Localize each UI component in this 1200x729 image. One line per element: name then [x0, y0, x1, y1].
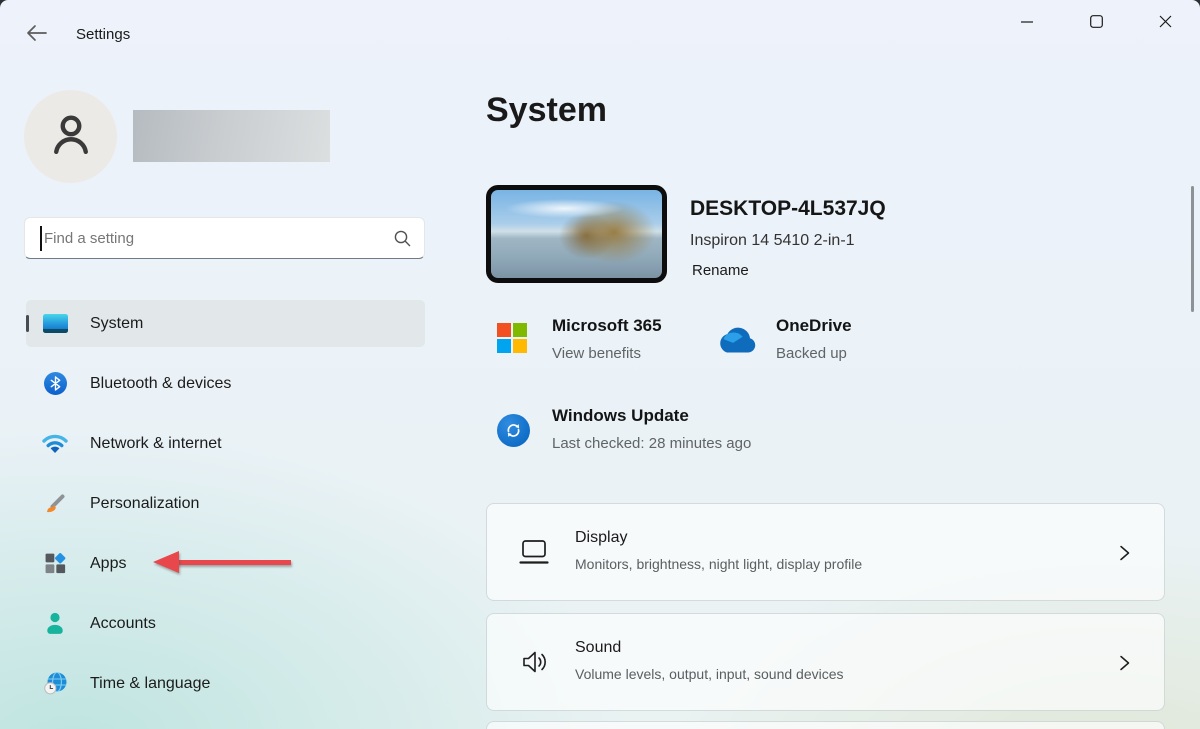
speaker-icon	[516, 644, 552, 680]
chevron-right-icon	[1118, 545, 1134, 561]
chevron-right-icon	[1118, 655, 1134, 671]
card-subtitle: Volume levels, output, input, sound devi…	[575, 666, 844, 682]
person-icon	[48, 110, 94, 163]
sidebar-item-bluetooth-devices[interactable]: Bluetooth & devices	[26, 360, 425, 407]
close-icon	[1159, 15, 1172, 31]
card-title: Sound	[575, 639, 621, 657]
tile-title: OneDrive	[776, 316, 852, 336]
tile-subtitle: Last checked: 28 minutes ago	[552, 435, 751, 452]
wifi-icon	[42, 431, 68, 457]
time-language-icon	[42, 671, 68, 697]
accounts-person-icon	[42, 611, 68, 637]
sidebar-item-system[interactable]: System	[26, 300, 425, 347]
annotation-arrow-shaft	[176, 560, 291, 565]
bluetooth-icon	[42, 371, 68, 397]
apps-icon	[42, 551, 68, 577]
back-button[interactable]	[22, 22, 52, 46]
display-card[interactable]	[486, 503, 1165, 601]
avatar[interactable]	[24, 90, 117, 183]
windows-update-icon	[497, 414, 530, 447]
tile-title: Microsoft 365	[552, 316, 662, 336]
sidebar-item-label: System	[90, 315, 143, 333]
sound-card[interactable]	[486, 613, 1165, 711]
next-settings-card-partial[interactable]	[486, 721, 1165, 729]
search-input[interactable]	[25, 230, 424, 247]
windows-update-tile[interactable]: Windows Update Last checked: 28 minutes …	[552, 406, 751, 452]
card-subtitle: Monitors, brightness, night light, displ…	[575, 556, 862, 572]
minimize-icon	[1021, 16, 1033, 31]
text-caret	[40, 226, 42, 251]
sidebar-item-label: Accounts	[90, 615, 156, 633]
annotation-arrow-head	[153, 551, 179, 573]
maximize-icon	[1090, 15, 1103, 31]
minimize-button[interactable]	[1004, 6, 1050, 40]
microsoft-365-tile[interactable]: Microsoft 365 View benefits	[552, 316, 662, 362]
sidebar-item-label: Apps	[90, 555, 126, 573]
device-thumbnail	[486, 185, 667, 283]
search-icon[interactable]	[393, 229, 412, 253]
maximize-button[interactable]	[1073, 6, 1119, 40]
tile-subtitle[interactable]: View benefits	[552, 345, 662, 362]
onedrive-cloud-icon	[714, 327, 756, 360]
selected-indicator	[26, 315, 29, 332]
sidebar-item-label: Personalization	[90, 495, 199, 513]
device-model: Inspiron 14 5410 2-in-1	[690, 232, 855, 250]
tile-title: Windows Update	[552, 406, 751, 426]
sidebar-item-label: Network & internet	[90, 435, 222, 453]
onedrive-tile[interactable]: OneDrive Backed up	[776, 316, 852, 362]
app-title: Settings	[76, 26, 130, 43]
microsoft-logo-icon	[497, 323, 527, 353]
card-title: Display	[575, 529, 627, 547]
sidebar-item-accounts[interactable]: Accounts	[26, 600, 425, 647]
paintbrush-icon	[42, 491, 68, 517]
back-arrow-icon	[25, 31, 49, 46]
search-box[interactable]	[24, 217, 425, 259]
titlebar: Settings	[0, 0, 1200, 56]
sidebar-item-time-language[interactable]: Time & language	[26, 660, 425, 707]
user-name-redacted	[133, 110, 330, 162]
settings-window: Settings System Bluetooth & de	[0, 0, 1200, 729]
sidebar-item-personalization[interactable]: Personalization	[26, 480, 425, 527]
sidebar-item-network-internet[interactable]: Network & internet	[26, 420, 425, 467]
tile-subtitle: Backed up	[776, 345, 852, 362]
scrollbar-thumb[interactable]	[1191, 186, 1194, 312]
rename-link[interactable]: Rename	[692, 262, 749, 279]
page-title: System	[486, 91, 607, 130]
sidebar-item-label: Time & language	[90, 675, 210, 693]
close-button[interactable]	[1142, 6, 1188, 40]
system-icon	[42, 311, 68, 337]
display-icon	[516, 534, 552, 570]
device-name: DESKTOP-4L537JQ	[690, 197, 886, 221]
sidebar-item-label: Bluetooth & devices	[90, 375, 231, 393]
